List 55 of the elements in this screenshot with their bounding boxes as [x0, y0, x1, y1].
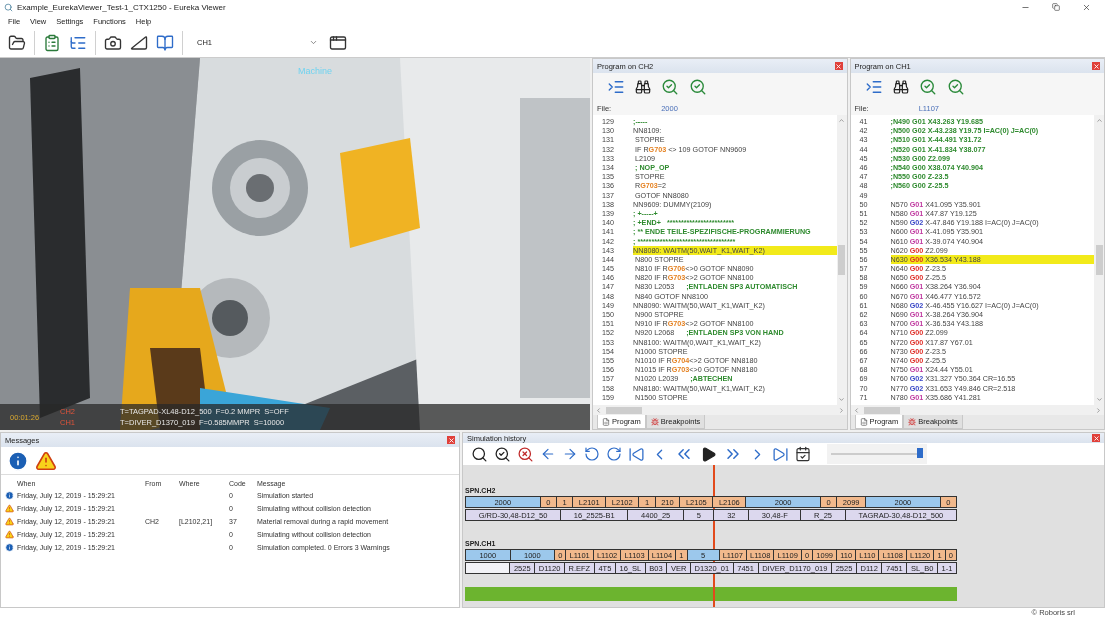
- rotate-icon[interactable]: [606, 446, 622, 463]
- bug-icon: [650, 417, 659, 426]
- camera-icon[interactable]: [104, 33, 122, 52]
- bug-icon: [908, 417, 917, 426]
- close-icon[interactable]: [447, 436, 455, 444]
- book-icon[interactable]: [156, 33, 174, 52]
- horizontal-scrollbar[interactable]: [593, 405, 847, 415]
- file-code-icon: [859, 417, 868, 426]
- warning-icon[interactable]: [35, 449, 57, 472]
- time-cursor[interactable]: [713, 465, 715, 607]
- zoom-icon[interactable]: [471, 445, 488, 463]
- dropdown-caret-icon: [309, 38, 318, 47]
- scrollbar-thumb[interactable]: [838, 245, 845, 275]
- speed-slider[interactable]: [827, 444, 927, 465]
- calendar-icon[interactable]: [795, 446, 811, 463]
- search-check-icon[interactable]: [689, 78, 707, 96]
- slider-thumb[interactable]: [917, 448, 924, 459]
- binoculars-icon[interactable]: [892, 79, 909, 95]
- search-check-icon[interactable]: [918, 78, 937, 96]
- close-icon[interactable]: [1082, 2, 1091, 12]
- indent-icon[interactable]: [607, 78, 625, 96]
- triangle-ruler-icon[interactable]: [130, 33, 148, 52]
- close-icon[interactable]: [1092, 434, 1100, 443]
- close-icon[interactable]: [834, 62, 843, 70]
- warning-icon: [4, 517, 14, 526]
- info-icon[interactable]: [7, 449, 29, 472]
- binoculars-icon[interactable]: [635, 79, 651, 95]
- rotate-icon[interactable]: [584, 446, 600, 463]
- warning-icon: [4, 504, 14, 513]
- app-logo-icon: [4, 2, 13, 12]
- indent-icon[interactable]: [864, 78, 883, 96]
- info-icon: [4, 491, 14, 500]
- horizontal-scrollbar[interactable]: [850, 405, 1104, 415]
- clipboard-icon[interactable]: [43, 33, 61, 52]
- zoom-remove-icon[interactable]: [517, 445, 534, 463]
- search-check-icon[interactable]: [661, 78, 679, 96]
- window-title: Example_EurekaViewer_Test-1_CTX1250 - Eureka Viewer: [17, 2, 227, 12]
- skip-forward-icon[interactable]: [772, 445, 789, 463]
- restore-icon[interactable]: [1052, 2, 1060, 11]
- window-icon[interactable]: [329, 33, 347, 52]
- file-code-icon: [602, 417, 610, 426]
- scrollbar-thumb[interactable]: [606, 406, 642, 414]
- close-icon[interactable]: [1092, 62, 1100, 70]
- scrollbar-thumb[interactable]: [1095, 245, 1103, 275]
- play-icon[interactable]: [700, 445, 717, 463]
- search-check-icon[interactable]: [946, 78, 965, 96]
- vertical-scrollbar[interactable]: [836, 115, 847, 405]
- skip-back-icon[interactable]: [628, 445, 645, 463]
- open-folder-icon[interactable]: [8, 33, 26, 52]
- view-label: Machine: [298, 66, 333, 76]
- vertical-scrollbar[interactable]: [1094, 115, 1104, 405]
- info-icon: [4, 543, 14, 552]
- zoom-check-icon[interactable]: [494, 445, 511, 463]
- scrollbar-thumb[interactable]: [863, 406, 900, 414]
- warning-icon: [4, 530, 14, 539]
